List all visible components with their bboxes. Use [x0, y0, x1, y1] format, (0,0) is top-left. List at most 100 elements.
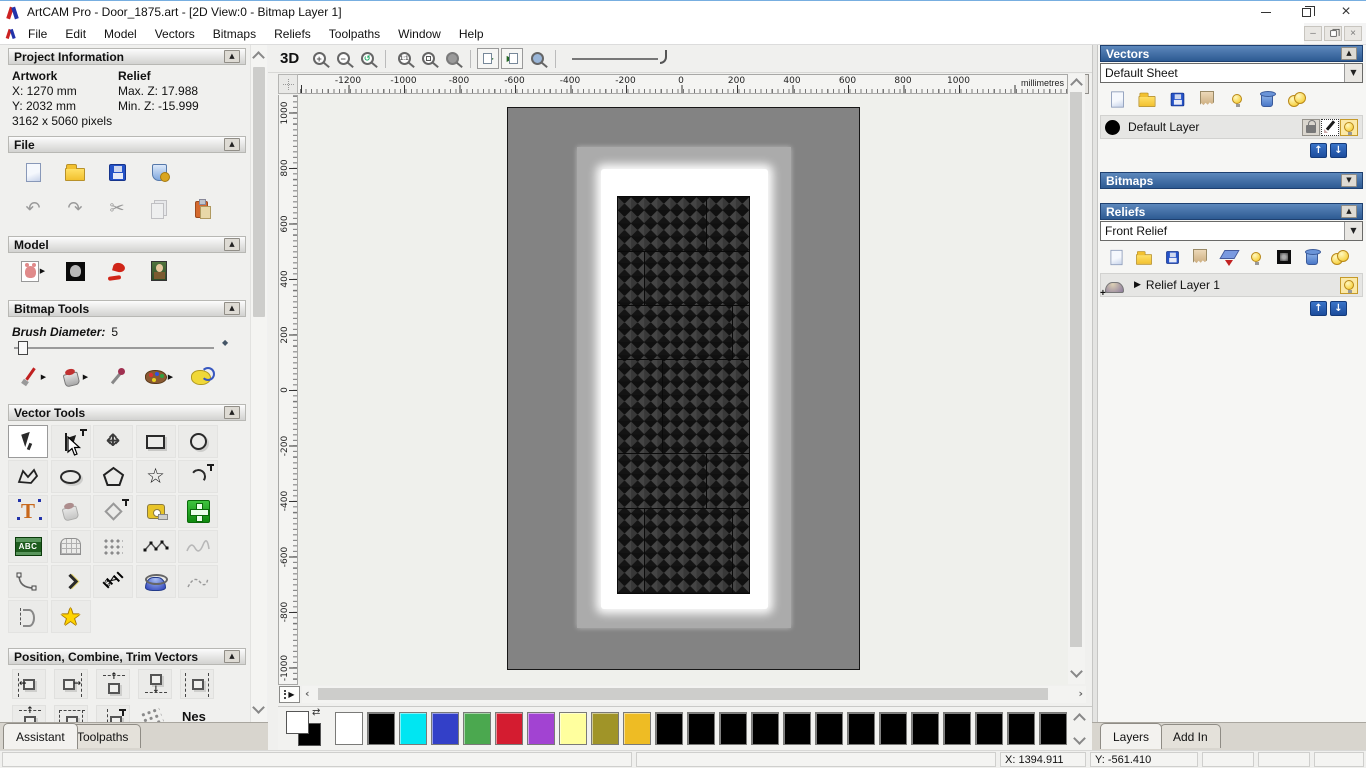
layer-visibility-button[interactable] — [1340, 276, 1358, 294]
menu-item[interactable]: Help — [450, 24, 493, 44]
mdi-minimize-button[interactable]: – — [1304, 26, 1322, 41]
create-ellipse-tool[interactable] — [50, 460, 91, 493]
scroll-up-icon[interactable] — [1073, 713, 1086, 726]
invert-relief-button[interactable] — [54, 257, 96, 285]
relief-select[interactable]: Front Relief ▼ — [1100, 221, 1363, 241]
copy-button[interactable] — [138, 195, 180, 223]
layer-visibility-button[interactable] — [1340, 118, 1358, 136]
expand-section-button[interactable]: ▼ — [1341, 174, 1357, 187]
create-spline-tool[interactable] — [178, 565, 218, 598]
toggle-vector-visibility-button[interactable]: ▶ — [501, 48, 524, 69]
align-centre-tool[interactable] — [180, 669, 214, 699]
fit-curve-tool[interactable] — [135, 530, 176, 563]
color-swatch[interactable] — [879, 712, 907, 745]
create-polygon-tool[interactable] — [93, 460, 133, 493]
open-vector-layer-button[interactable] — [1132, 87, 1162, 111]
preview-relief-button[interactable] — [525, 48, 549, 70]
new-relief-layer-button[interactable] — [1102, 245, 1130, 269]
color-swatch[interactable] — [623, 712, 651, 745]
brush-diameter-slider[interactable] — [14, 341, 214, 355]
create-arc-tool[interactable] — [178, 460, 218, 493]
create-rectangle-tool[interactable] — [135, 425, 176, 458]
tab-add-in[interactable]: Add In — [1160, 724, 1221, 748]
color-swatch[interactable] — [815, 712, 843, 745]
cut-button[interactable]: ✂ — [96, 195, 138, 223]
pan-mode-button[interactable]: ▶ — [279, 686, 300, 703]
greyscale-slider-handle[interactable] — [660, 49, 668, 64]
colour-palette-button[interactable]: ▶ — [138, 363, 180, 391]
project-information-header[interactable]: Project Information ▲ — [8, 48, 246, 65]
mirror-vectors-tool[interactable] — [8, 600, 48, 633]
zoom-fit-button[interactable] — [416, 48, 440, 70]
reliefs-panel-header[interactable]: Reliefs ▲ — [1100, 203, 1363, 220]
file-section-header[interactable]: File ▲ — [8, 136, 246, 153]
move-layer-down-button[interactable]: ↓ — [1330, 301, 1347, 316]
colour-picker-button[interactable] — [96, 363, 138, 391]
delete-relief-layer-button[interactable] — [1298, 245, 1326, 269]
paste-button[interactable] — [180, 195, 222, 223]
scrollbar-thumb[interactable] — [253, 67, 265, 317]
horizontal-ruler[interactable]: -1200 -1000 -800 -600 -400 -200 0 200 400 600 800 1… — [298, 74, 1068, 94]
zoom-selection-button[interactable] — [440, 48, 464, 70]
color-swatch[interactable] — [943, 712, 971, 745]
nesting-dots-tool[interactable] — [138, 705, 172, 722]
bitmap-tools-header[interactable]: Bitmap Tools ▲ — [8, 300, 246, 317]
model-section-header[interactable]: Model ▲ — [8, 236, 246, 253]
scroll-up-icon[interactable] — [252, 51, 265, 64]
node-editing-tool[interactable] — [50, 425, 91, 458]
create-polyline-tool[interactable] — [8, 460, 48, 493]
slider-handle[interactable] — [18, 341, 28, 355]
color-swatch[interactable] — [431, 712, 459, 745]
zoom-in-button[interactable]: + — [307, 48, 331, 70]
flood-fill-button[interactable]: ▶ — [54, 363, 96, 391]
measure-tool[interactable] — [135, 495, 176, 528]
bitmap-to-vector-tool[interactable] — [178, 495, 218, 528]
vectors-panel-header[interactable]: Vectors ▲ — [1100, 45, 1363, 62]
primary-secondary-colors[interactable]: ⇄ — [286, 708, 330, 749]
save-model-button[interactable] — [96, 158, 138, 186]
collapse-section-button[interactable]: ▲ — [224, 50, 240, 63]
open-model-button[interactable] — [54, 158, 96, 186]
select-vectors-tool[interactable] — [8, 425, 48, 458]
vector-sheet-select[interactable]: Default Sheet ▼ — [1100, 63, 1363, 83]
zoom-out-button[interactable]: − — [331, 48, 355, 70]
scroll-down-icon[interactable] — [1073, 732, 1086, 745]
align-left-tool[interactable]: ← — [12, 669, 46, 699]
color-swatch[interactable] — [1007, 712, 1035, 745]
expand-arrow-icon[interactable]: ▶ — [1134, 280, 1141, 290]
wrap-text-tool[interactable] — [50, 495, 91, 528]
undo-button[interactable]: ↶ — [12, 195, 54, 223]
collapse-section-button[interactable]: ▲ — [224, 650, 240, 663]
align-top-tool[interactable]: ↑ — [96, 669, 130, 699]
options-button[interactable] — [138, 158, 180, 186]
toggle-relief-visibility-button[interactable] — [1242, 245, 1270, 269]
bitmaps-panel-header[interactable]: Bitmaps ▼ — [1100, 172, 1363, 189]
move-layer-down-button[interactable]: ↓ — [1330, 143, 1347, 158]
layer-color-chip[interactable] — [1105, 119, 1120, 135]
tab-layers[interactable]: Layers — [1100, 723, 1163, 749]
menu-item[interactable]: Reliefs — [265, 24, 320, 44]
centre-in-page-tool[interactable]: ↑ — [12, 705, 46, 722]
scroll-right-icon[interactable]: › — [1078, 688, 1083, 699]
dropdown-button[interactable]: ▼ — [1344, 64, 1362, 82]
free-sketch-tool[interactable] — [178, 530, 218, 563]
centre-in-model-tool[interactable] — [54, 705, 88, 722]
collapse-section-button[interactable]: ▲ — [1341, 47, 1357, 60]
restore-button[interactable] — [1286, 1, 1326, 23]
align-right-tool[interactable]: → — [54, 669, 88, 699]
palette-scroll[interactable] — [1072, 709, 1088, 749]
offset-vectors-tool[interactable] — [93, 495, 133, 528]
flyout-arrow-icon[interactable]: ▶ — [168, 373, 173, 381]
menu-item[interactable]: Edit — [56, 24, 95, 44]
scroll-up-icon[interactable] — [1070, 78, 1083, 91]
zoom-previous-button[interactable]: ↺ — [355, 48, 379, 70]
color-swatch[interactable] — [655, 712, 683, 745]
paste-along-curve-tool[interactable] — [93, 530, 133, 563]
scroll-down-icon[interactable] — [252, 701, 265, 714]
color-swatch[interactable] — [911, 712, 939, 745]
merge-vector-layers-button[interactable] — [1192, 87, 1222, 111]
new-vector-layer-button[interactable] — [1102, 87, 1132, 111]
vector-doctor-tool[interactable]: ★ — [50, 600, 91, 633]
color-swatch[interactable] — [751, 712, 779, 745]
toggle-all-relief-layers-button[interactable] — [1326, 245, 1354, 269]
